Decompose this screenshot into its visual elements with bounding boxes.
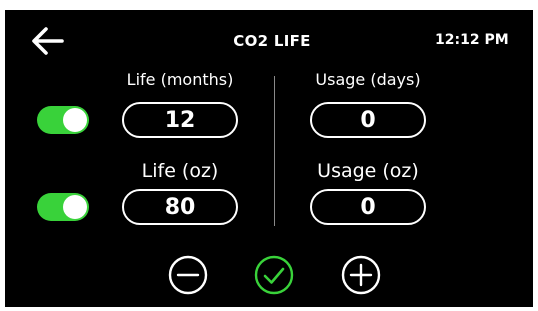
usage-days-label: Usage (days) — [315, 70, 421, 89]
life-months-field[interactable]: 12 — [122, 102, 238, 138]
life-months-label: Life (months) — [126, 70, 234, 89]
column-divider — [274, 76, 275, 226]
usage-oz-label: Usage (oz) — [317, 160, 419, 182]
page-title: CO2 LIFE — [233, 32, 311, 50]
check-circle-icon — [254, 255, 294, 295]
increase-button[interactable] — [341, 255, 381, 295]
confirm-button[interactable] — [254, 255, 294, 295]
life-oz-field[interactable]: 80 — [122, 189, 238, 225]
back-button[interactable] — [31, 26, 65, 56]
co2-life-screen: CO2 LIFE 12:12 PM Life (months) 12 Life … — [5, 10, 533, 307]
clock-time: 12:12 PM — [435, 32, 509, 48]
usage-oz-field[interactable]: 0 — [310, 189, 426, 225]
usage-days-field[interactable]: 0 — [310, 102, 426, 138]
life-oz-label: Life (oz) — [141, 160, 219, 182]
decrease-button[interactable] — [168, 255, 208, 295]
life-months-toggle[interactable] — [37, 106, 89, 134]
arrow-left-icon — [32, 27, 64, 55]
life-oz-toggle[interactable] — [37, 193, 89, 221]
toggle-knob — [63, 195, 87, 219]
minus-circle-icon — [168, 255, 208, 295]
toggle-knob — [63, 108, 87, 132]
plus-circle-icon — [341, 255, 381, 295]
